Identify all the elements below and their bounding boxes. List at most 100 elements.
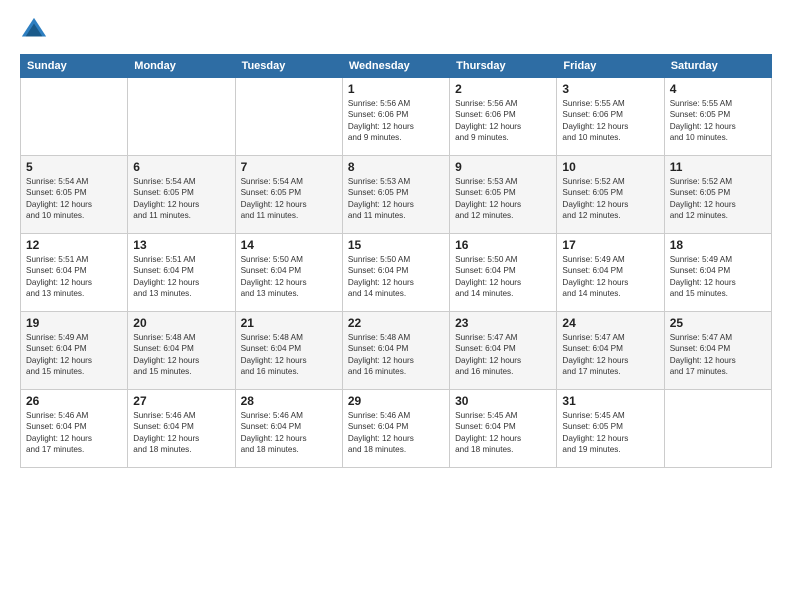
day-info: Sunrise: 5:46 AM Sunset: 6:04 PM Dayligh… bbox=[241, 410, 337, 456]
calendar-cell: 3 Sunrise: 5:55 AM Sunset: 6:06 PM Daylig… bbox=[557, 78, 664, 156]
calendar-cell: 19 Sunrise: 5:49 AM Sunset: 6:04 PM Dayli… bbox=[21, 312, 128, 390]
calendar-cell: 4 Sunrise: 5:55 AM Sunset: 6:05 PM Daylig… bbox=[664, 78, 771, 156]
calendar-cell: 23 Sunrise: 5:47 AM Sunset: 6:04 PM Dayli… bbox=[450, 312, 557, 390]
day-number: 31 bbox=[562, 394, 658, 408]
calendar-cell: 15 Sunrise: 5:50 AM Sunset: 6:04 PM Dayli… bbox=[342, 234, 449, 312]
day-number: 7 bbox=[241, 160, 337, 174]
day-info: Sunrise: 5:54 AM Sunset: 6:05 PM Dayligh… bbox=[26, 176, 122, 222]
calendar-cell: 27Sunrise: 5:46 AM Sunset: 6:04 PM Dayli… bbox=[128, 390, 235, 468]
day-info: Sunrise: 5:56 AM Sunset: 6:06 PM Dayligh… bbox=[455, 98, 551, 144]
day-info: Sunrise: 5:50 AM Sunset: 6:04 PM Dayligh… bbox=[455, 254, 551, 300]
day-number: 6 bbox=[133, 160, 229, 174]
calendar-header-monday: Monday bbox=[128, 55, 235, 78]
calendar-cell: 7Sunrise: 5:54 AM Sunset: 6:05 PM Daylig… bbox=[235, 156, 342, 234]
day-number: 11 bbox=[670, 160, 766, 174]
day-number: 19 bbox=[26, 316, 122, 330]
day-number: 28 bbox=[241, 394, 337, 408]
calendar-cell: 20 Sunrise: 5:48 AM Sunset: 6:04 PM Dayli… bbox=[128, 312, 235, 390]
calendar-cell: 10 Sunrise: 5:52 AM Sunset: 6:05 PM Dayli… bbox=[557, 156, 664, 234]
calendar-cell: 6 Sunrise: 5:54 AM Sunset: 6:05 PM Daylig… bbox=[128, 156, 235, 234]
calendar-cell: 1 Sunrise: 5:56 AM Sunset: 6:06 PM Daylig… bbox=[342, 78, 449, 156]
logo bbox=[20, 16, 52, 44]
calendar-cell: 5 Sunrise: 5:54 AM Sunset: 6:05 PM Daylig… bbox=[21, 156, 128, 234]
logo-icon bbox=[20, 16, 48, 44]
day-info: Sunrise: 5:48 AM Sunset: 6:04 PM Dayligh… bbox=[133, 332, 229, 378]
calendar-cell: 12 Sunrise: 5:51 AM Sunset: 6:04 PM Dayli… bbox=[21, 234, 128, 312]
day-info: Sunrise: 5:50 AM Sunset: 6:04 PM Dayligh… bbox=[348, 254, 444, 300]
day-info: Sunrise: 5:50 AM Sunset: 6:04 PM Dayligh… bbox=[241, 254, 337, 300]
calendar: SundayMondayTuesdayWednesdayThursdayFrid… bbox=[20, 54, 772, 468]
day-info: Sunrise: 5:51 AM Sunset: 6:04 PM Dayligh… bbox=[133, 254, 229, 300]
calendar-cell: 8 Sunrise: 5:53 AM Sunset: 6:05 PM Daylig… bbox=[342, 156, 449, 234]
calendar-header-tuesday: Tuesday bbox=[235, 55, 342, 78]
day-info: Sunrise: 5:55 AM Sunset: 6:05 PM Dayligh… bbox=[670, 98, 766, 144]
calendar-week-2: 5 Sunrise: 5:54 AM Sunset: 6:05 PM Daylig… bbox=[21, 156, 772, 234]
calendar-cell: 17Sunrise: 5:49 AM Sunset: 6:04 PM Dayli… bbox=[557, 234, 664, 312]
day-info: Sunrise: 5:47 AM Sunset: 6:04 PM Dayligh… bbox=[455, 332, 551, 378]
day-info: Sunrise: 5:45 AM Sunset: 6:05 PM Dayligh… bbox=[562, 410, 658, 456]
day-info: Sunrise: 5:52 AM Sunset: 6:05 PM Dayligh… bbox=[562, 176, 658, 222]
header bbox=[20, 16, 772, 44]
day-number: 3 bbox=[562, 82, 658, 96]
calendar-cell: 18 Sunrise: 5:49 AM Sunset: 6:04 PM Dayli… bbox=[664, 234, 771, 312]
calendar-header-row: SundayMondayTuesdayWednesdayThursdayFrid… bbox=[21, 55, 772, 78]
calendar-cell: 14 Sunrise: 5:50 AM Sunset: 6:04 PM Dayli… bbox=[235, 234, 342, 312]
calendar-cell: 31 Sunrise: 5:45 AM Sunset: 6:05 PM Dayli… bbox=[557, 390, 664, 468]
calendar-cell: 9 Sunrise: 5:53 AM Sunset: 6:05 PM Daylig… bbox=[450, 156, 557, 234]
day-number: 10 bbox=[562, 160, 658, 174]
day-number: 12 bbox=[26, 238, 122, 252]
day-info: Sunrise: 5:56 AM Sunset: 6:06 PM Dayligh… bbox=[348, 98, 444, 144]
day-number: 4 bbox=[670, 82, 766, 96]
day-number: 20 bbox=[133, 316, 229, 330]
day-number: 26 bbox=[26, 394, 122, 408]
day-number: 2 bbox=[455, 82, 551, 96]
calendar-cell: 25Sunrise: 5:47 AM Sunset: 6:04 PM Dayli… bbox=[664, 312, 771, 390]
day-info: Sunrise: 5:51 AM Sunset: 6:04 PM Dayligh… bbox=[26, 254, 122, 300]
day-info: Sunrise: 5:53 AM Sunset: 6:05 PM Dayligh… bbox=[455, 176, 551, 222]
day-number: 13 bbox=[133, 238, 229, 252]
day-number: 30 bbox=[455, 394, 551, 408]
day-info: Sunrise: 5:48 AM Sunset: 6:04 PM Dayligh… bbox=[241, 332, 337, 378]
page: SundayMondayTuesdayWednesdayThursdayFrid… bbox=[0, 0, 792, 612]
day-info: Sunrise: 5:54 AM Sunset: 6:05 PM Dayligh… bbox=[133, 176, 229, 222]
day-info: Sunrise: 5:48 AM Sunset: 6:04 PM Dayligh… bbox=[348, 332, 444, 378]
calendar-week-3: 12 Sunrise: 5:51 AM Sunset: 6:04 PM Dayli… bbox=[21, 234, 772, 312]
day-info: Sunrise: 5:47 AM Sunset: 6:04 PM Dayligh… bbox=[670, 332, 766, 378]
calendar-week-1: 1 Sunrise: 5:56 AM Sunset: 6:06 PM Daylig… bbox=[21, 78, 772, 156]
day-info: Sunrise: 5:49 AM Sunset: 6:04 PM Dayligh… bbox=[26, 332, 122, 378]
day-info: Sunrise: 5:47 AM Sunset: 6:04 PM Dayligh… bbox=[562, 332, 658, 378]
calendar-cell: 29Sunrise: 5:46 AM Sunset: 6:04 PM Dayli… bbox=[342, 390, 449, 468]
day-info: Sunrise: 5:55 AM Sunset: 6:06 PM Dayligh… bbox=[562, 98, 658, 144]
calendar-cell: 11 Sunrise: 5:52 AM Sunset: 6:05 PM Dayli… bbox=[664, 156, 771, 234]
day-number: 23 bbox=[455, 316, 551, 330]
day-info: Sunrise: 5:45 AM Sunset: 6:04 PM Dayligh… bbox=[455, 410, 551, 456]
day-info: Sunrise: 5:53 AM Sunset: 6:05 PM Dayligh… bbox=[348, 176, 444, 222]
calendar-cell bbox=[21, 78, 128, 156]
day-number: 9 bbox=[455, 160, 551, 174]
calendar-cell: 22Sunrise: 5:48 AM Sunset: 6:04 PM Dayli… bbox=[342, 312, 449, 390]
day-info: Sunrise: 5:52 AM Sunset: 6:05 PM Dayligh… bbox=[670, 176, 766, 222]
calendar-header-saturday: Saturday bbox=[664, 55, 771, 78]
day-number: 16 bbox=[455, 238, 551, 252]
calendar-cell bbox=[235, 78, 342, 156]
calendar-header-friday: Friday bbox=[557, 55, 664, 78]
day-number: 14 bbox=[241, 238, 337, 252]
day-info: Sunrise: 5:46 AM Sunset: 6:04 PM Dayligh… bbox=[133, 410, 229, 456]
calendar-header-wednesday: Wednesday bbox=[342, 55, 449, 78]
day-number: 1 bbox=[348, 82, 444, 96]
day-number: 18 bbox=[670, 238, 766, 252]
day-info: Sunrise: 5:49 AM Sunset: 6:04 PM Dayligh… bbox=[670, 254, 766, 300]
calendar-cell: 16 Sunrise: 5:50 AM Sunset: 6:04 PM Dayli… bbox=[450, 234, 557, 312]
calendar-cell: 24Sunrise: 5:47 AM Sunset: 6:04 PM Dayli… bbox=[557, 312, 664, 390]
calendar-header-sunday: Sunday bbox=[21, 55, 128, 78]
calendar-cell: 28 Sunrise: 5:46 AM Sunset: 6:04 PM Dayli… bbox=[235, 390, 342, 468]
day-number: 15 bbox=[348, 238, 444, 252]
calendar-cell bbox=[664, 390, 771, 468]
day-info: Sunrise: 5:49 AM Sunset: 6:04 PM Dayligh… bbox=[562, 254, 658, 300]
day-info: Sunrise: 5:46 AM Sunset: 6:04 PM Dayligh… bbox=[26, 410, 122, 456]
day-number: 21 bbox=[241, 316, 337, 330]
day-number: 8 bbox=[348, 160, 444, 174]
day-number: 5 bbox=[26, 160, 122, 174]
calendar-cell: 21 Sunrise: 5:48 AM Sunset: 6:04 PM Dayli… bbox=[235, 312, 342, 390]
calendar-cell: 2 Sunrise: 5:56 AM Sunset: 6:06 PM Daylig… bbox=[450, 78, 557, 156]
